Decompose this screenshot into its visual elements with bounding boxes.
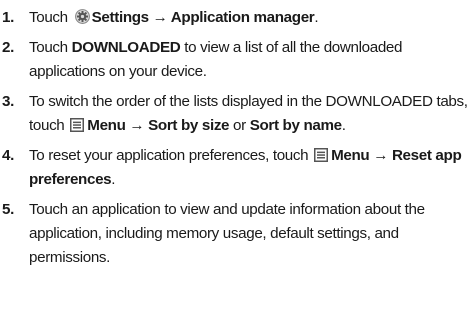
step-number: 5.	[2, 201, 14, 218]
settings-gear-icon	[74, 9, 90, 24]
step-text: Touch an application to view and update …	[29, 201, 425, 266]
instruction-steps: 1. Touch Settings → Application manager.…	[0, 0, 475, 270]
step-number: 3.	[2, 93, 14, 110]
step-text: .	[341, 117, 346, 134]
step-5: 5. Touch an application to view and upda…	[0, 198, 475, 270]
step-2: 2. Touch DOWNLOADED to view a list of al…	[0, 36, 475, 84]
step-text: .	[314, 9, 319, 26]
step-number: 2.	[2, 39, 14, 56]
step-bold-text: Menu → Sort by size	[87, 117, 230, 134]
step-bold-text: Settings → Application manager	[91, 9, 315, 26]
step-number: 4.	[2, 147, 14, 164]
step-text: .	[111, 171, 116, 188]
step-text: Touch	[29, 39, 72, 56]
step-text: Touch	[29, 9, 72, 26]
step-1: 1. Touch Settings → Application manager.	[0, 6, 475, 30]
menu-icon	[70, 118, 85, 132]
step-bold-text: Sort by name	[249, 117, 342, 134]
step-text: or	[229, 117, 250, 134]
step-3: 3. To switch the order of the lists disp…	[0, 90, 475, 138]
step-number: 1.	[2, 9, 14, 26]
step-text: To reset your application preferences, t…	[29, 147, 313, 164]
step-4: 4. To reset your application preferences…	[0, 144, 475, 192]
menu-icon	[314, 148, 329, 162]
step-bold-text: DOWNLOADED	[71, 39, 181, 56]
